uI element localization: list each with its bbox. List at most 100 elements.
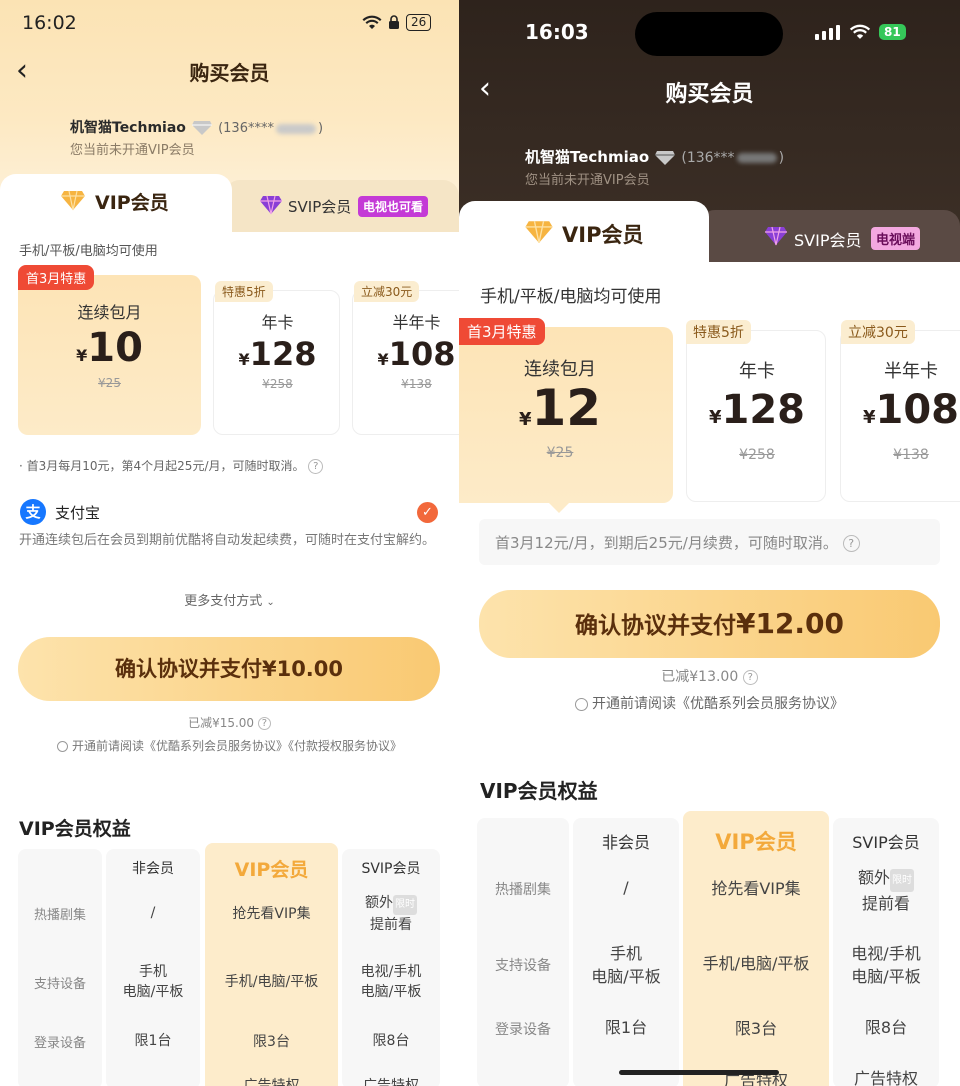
cell: 手机/电脑/平板 <box>702 954 810 973</box>
plan-price: ¥128 <box>238 335 317 373</box>
plan-original-price: ¥138 <box>893 447 929 463</box>
row-label: 登录设备 <box>495 1022 551 1038</box>
cell: 限8台 <box>372 1033 410 1049</box>
tab-vip-label: VIP会员 <box>562 223 644 247</box>
row-label: 支持设备 <box>33 977 86 992</box>
pay-button[interactable]: 确认协议并支付¥10.00 <box>18 637 440 701</box>
plan-price: ¥10 <box>76 325 143 371</box>
plan-name: 年卡 <box>261 313 294 332</box>
cell: 电视/手机 电脑/平板 <box>851 944 921 986</box>
status-time: 16:03 <box>525 20 589 44</box>
cell: 抢先看VIP集 <box>711 879 801 898</box>
diamond-icon <box>525 221 553 244</box>
member-status: 您当前未开通VIP会员 <box>70 143 195 158</box>
cell: / <box>150 905 156 921</box>
radio-icon[interactable] <box>56 741 68 752</box>
plan-note: · 首3月每月10元，第4个月起25元/月，可随时取消。 ? <box>19 457 324 474</box>
row-label: 支持设备 <box>495 958 551 974</box>
benefits-label-col <box>477 818 569 1086</box>
benefits-title: VIP会员权益 <box>480 779 598 803</box>
agreement-row[interactable]: 开通前请阅读《优酷系列会员服务协议》 <box>459 693 960 713</box>
user-name: 机智猫Techmiao <box>70 120 186 136</box>
plan-original-price: ¥25 <box>546 445 574 461</box>
cell: 限8台 <box>864 1018 908 1037</box>
page-title: 购买会员 <box>665 82 754 107</box>
alipay-icon: 支 <box>20 499 46 525</box>
cell-partial: 广告特权 <box>363 1078 419 1086</box>
plan-promo-badge: 首3月特惠 <box>459 318 545 345</box>
plan-price: ¥108 <box>862 387 960 433</box>
battery-icon: 26 <box>406 14 432 31</box>
question-icon[interactable]: ? <box>842 535 860 552</box>
question-icon[interactable]: ? <box>308 459 324 474</box>
svip-tv-badge: 电视端 <box>871 227 921 250</box>
page-title: 购买会员 <box>189 61 270 85</box>
row-label: 登录设备 <box>33 1036 86 1051</box>
wifi-icon <box>362 15 382 29</box>
plan-card-annual[interactable]: 年卡 ¥128 ¥258 <box>213 290 340 435</box>
devices-hint: 手机/平板/电脑均可使用 <box>480 287 662 307</box>
col-head-vip: VIP会员 <box>715 830 797 854</box>
plan-original-price: ¥258 <box>262 377 293 391</box>
saved-amount: 已减¥15.00 ? <box>0 714 459 731</box>
left-screen: 16:02 26 ‹ 购买会员 机智猫Techmiao (136****) 您当… <box>0 0 459 1086</box>
col-head-vip: VIP会员 <box>234 859 309 881</box>
cell: / <box>623 878 629 897</box>
more-payment-methods[interactable]: 更多支付方式 ⌄ <box>0 590 459 609</box>
user-name: 机智猫Techmiao <box>525 148 650 166</box>
plan-name: 年卡 <box>739 361 775 382</box>
status-icons: 26 <box>362 14 432 31</box>
row-label: 热播剧集 <box>495 882 551 898</box>
cell: 限3台 <box>253 1034 290 1050</box>
plan-promo-badge: 立减30元 <box>841 320 915 344</box>
diamond-icon <box>192 120 212 135</box>
cell: 额外 限时 提前看 <box>365 895 417 933</box>
right-screen: 16:03 81 ‹ 购买会员 机智猫Techmiao (136***) 您当前… <box>459 0 960 1086</box>
plan-original-price: ¥138 <box>401 377 432 391</box>
tab-svip-label: SVIP会员 <box>794 231 862 250</box>
plan-promo-badge: 特惠5折 <box>686 320 751 344</box>
diamond-icon <box>655 150 676 165</box>
check-icon[interactable]: ✓ <box>417 502 438 523</box>
tab-vip-label: VIP会员 <box>95 192 169 214</box>
payment-method-name[interactable]: 支付宝 <box>55 502 100 523</box>
wifi-icon <box>849 24 871 39</box>
status-time: 16:02 <box>22 12 77 34</box>
svip-gem-icon <box>260 195 282 215</box>
user-phone: (136***) <box>681 150 785 166</box>
plan-card-annual[interactable]: 年卡 ¥128 ¥258 <box>686 330 826 502</box>
plan-name: 半年卡 <box>884 361 938 382</box>
cell: 手机 电脑/平板 <box>122 964 184 1000</box>
question-icon[interactable]: ? <box>742 669 758 685</box>
cell: 额外 限时 提前看 <box>857 868 914 913</box>
chevron-down-icon: ⌄ <box>266 597 275 608</box>
cell-partial: 广告特权 <box>853 1069 918 1086</box>
col-head-svip: SVIP会员 <box>361 861 421 877</box>
cell: 抢先看VIP集 <box>232 906 311 922</box>
lock-icon <box>389 15 399 29</box>
plan-note: 首3月12元/月，到期后25元/月续费，可随时取消。 ? <box>495 532 860 553</box>
diamond-icon <box>61 190 85 211</box>
agreement-row[interactable]: 开通前请阅读《优酷系列会员服务协议》《付款授权服务协议》 <box>0 737 459 754</box>
plan-name: 连续包月 <box>77 303 142 322</box>
plan-promo-badge: 立减30元 <box>354 281 420 302</box>
cell: 电视/手机 电脑/平板 <box>360 964 422 1000</box>
user-row: 机智猫Techmiao (136***) <box>525 146 784 167</box>
plan-card-monthly[interactable]: 连续包月 ¥10 ¥25 <box>18 275 201 435</box>
question-icon[interactable]: ? <box>257 717 271 730</box>
radio-icon[interactable] <box>575 697 588 711</box>
benefits-title: VIP会员权益 <box>19 818 131 840</box>
pay-button[interactable]: 确认协议并支付¥12.00 <box>479 590 940 658</box>
saved-amount: 已减¥13.00 ? <box>459 666 960 686</box>
user-phone: (136****) <box>218 121 324 136</box>
tab-svip-label: SVIP会员 <box>288 198 352 216</box>
plan-price: ¥12 <box>518 379 602 437</box>
plan-card-halfyear[interactable]: 半年卡 ¥108 ¥138 <box>840 330 960 502</box>
plan-original-price: ¥25 <box>98 376 121 390</box>
cell: 限3台 <box>734 1019 778 1038</box>
payment-desc: 开通连续包后在会员到期前优酷将自动发起续费，可随时在支付宝解约。 <box>19 533 436 548</box>
plan-card-halfyear[interactable]: 半年卡 ¥108 ¥138 <box>352 290 459 435</box>
col-head-nonmember: 非会员 <box>132 861 174 877</box>
plan-price: ¥108 <box>377 335 456 373</box>
plan-card-monthly[interactable]: 连续包月 ¥12 ¥25 <box>459 327 673 503</box>
